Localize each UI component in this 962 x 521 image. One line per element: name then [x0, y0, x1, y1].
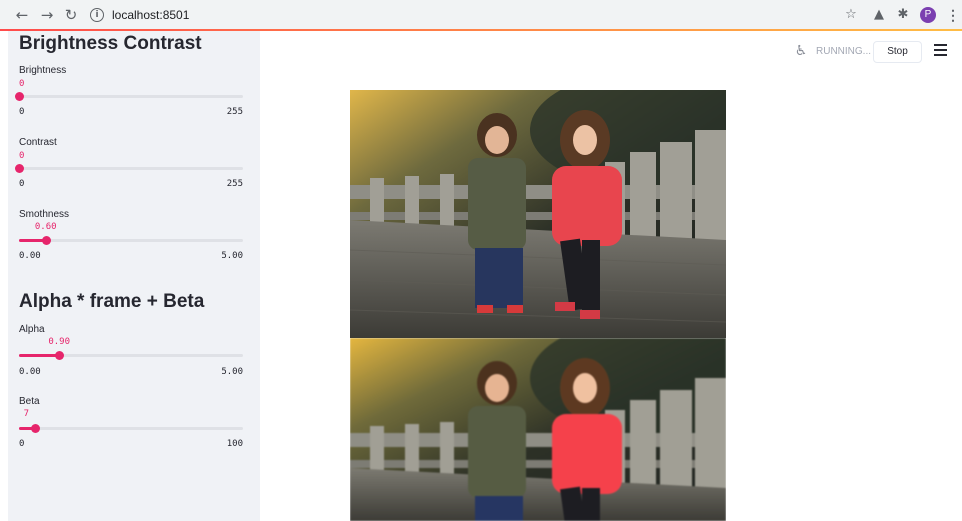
- slider-label: Contrast: [19, 137, 57, 148]
- alpha-slider-track[interactable]: [19, 351, 243, 360]
- forward-arrow-icon[interactable]: →: [37, 5, 57, 25]
- slider-fill: [19, 354, 60, 357]
- alpha-slider-thumb[interactable]: [55, 351, 65, 360]
- contrast-slider-thumb[interactable]: [15, 164, 24, 173]
- original-image: [350, 90, 726, 338]
- smoothness-slider-track[interactable]: [19, 236, 243, 245]
- slider-value: 7: [23, 409, 30, 419]
- browser-menu-icon[interactable]: ⋮: [946, 6, 960, 24]
- slider-label: Alpha: [19, 324, 45, 335]
- beta-slider-thumb[interactable]: [30, 424, 40, 433]
- slider-label: Smothness: [19, 209, 70, 220]
- bookmark-star-icon[interactable]: ☆: [842, 6, 860, 24]
- back-arrow-icon[interactable]: ←: [12, 5, 32, 25]
- extensions-puzzle-icon[interactable]: ✱: [894, 6, 912, 24]
- smoothness-slider-thumb[interactable]: [41, 236, 51, 245]
- stop-button[interactable]: Stop: [873, 41, 922, 63]
- slider-max: 100: [226, 439, 243, 449]
- slider-value: 0.90: [48, 337, 70, 347]
- brightness-slider-track[interactable]: [15, 92, 243, 101]
- drive-extension-icon[interactable]: ▲: [870, 6, 888, 24]
- slider-max: 255: [226, 107, 243, 117]
- slider-min: 0: [19, 107, 25, 117]
- beta-slider-track[interactable]: [19, 424, 243, 433]
- slider-max: 5.00: [221, 251, 243, 261]
- slider-label: Beta: [19, 396, 40, 407]
- slider-min: 0.00: [19, 251, 41, 261]
- info-icon[interactable]: i: [90, 8, 104, 22]
- running-status-label: RUNNING...: [816, 45, 871, 57]
- slider-label: Brightness: [19, 65, 67, 76]
- slider-max: 5.00: [221, 367, 243, 377]
- brightness-slider-thumb[interactable]: [15, 92, 24, 101]
- slider-min: 0: [19, 179, 25, 189]
- slider-value: 0.60: [34, 222, 57, 232]
- browser-toolbar: ← → ↻ i localhost:8501 ☆ ▲ ✱ P ⋮: [0, 0, 962, 30]
- contrast-slider-track[interactable]: [15, 164, 243, 173]
- section-title-alpha-beta: Alpha * frame + Beta: [19, 291, 205, 312]
- slider-min: 0: [19, 439, 25, 449]
- slider-value: 0: [19, 151, 25, 161]
- address-bar[interactable]: i localhost:8501: [90, 4, 210, 26]
- url-text: localhost:8501: [112, 8, 190, 22]
- slider-max: 255: [226, 179, 243, 189]
- section-title-brightness-contrast: Brightness Contrast: [19, 33, 202, 54]
- profile-avatar[interactable]: P: [920, 7, 936, 23]
- sidebar: Brightness Contrast Alpha * frame + Beta…: [8, 31, 260, 521]
- slider-min: 0.00: [19, 367, 41, 377]
- slider-value: 0: [19, 79, 25, 89]
- running-status: ♿ RUNNING...: [792, 42, 871, 60]
- processed-image: [350, 338, 726, 521]
- hamburger-menu-icon[interactable]: [934, 44, 947, 56]
- reload-icon[interactable]: ↻: [61, 5, 81, 25]
- running-person-icon: ♿: [794, 43, 808, 59]
